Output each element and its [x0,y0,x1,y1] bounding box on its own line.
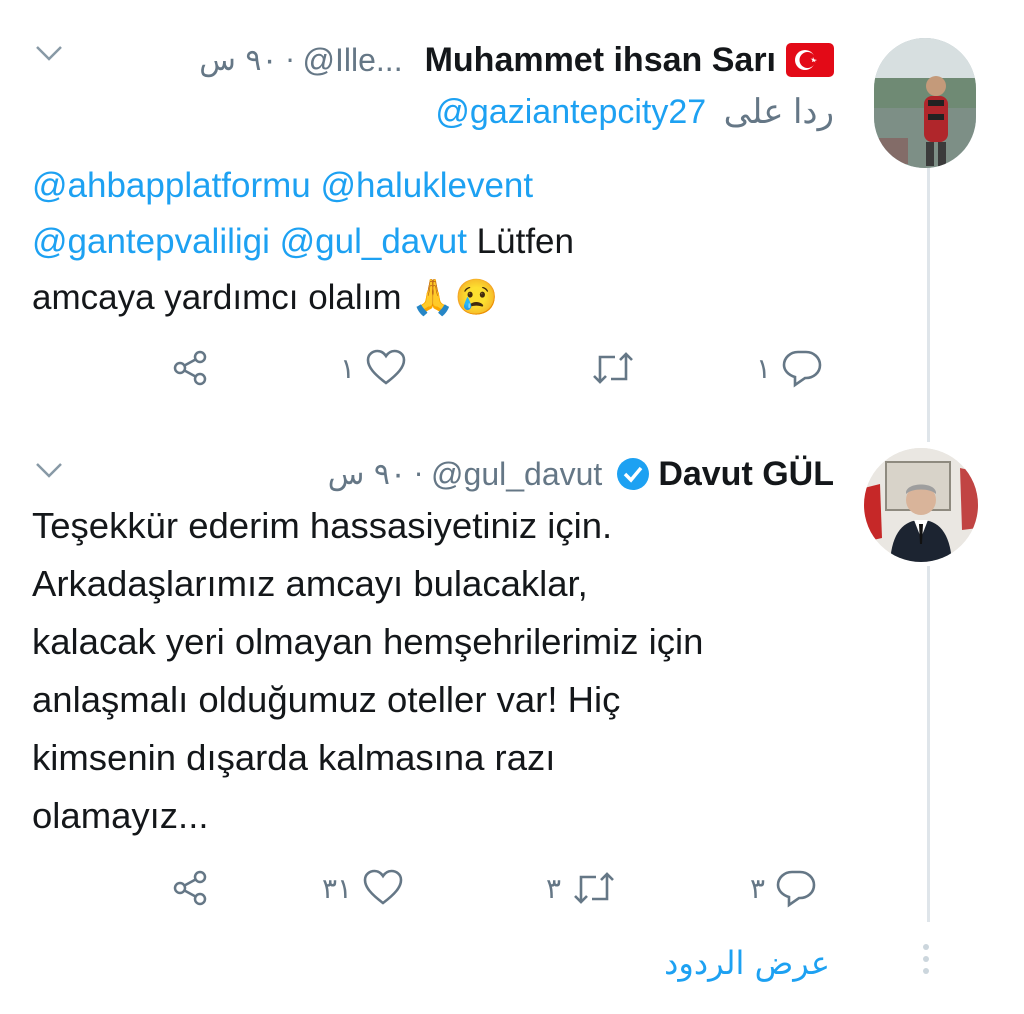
like-count: ١ [340,351,356,385]
tweet-time: ٩٠ س [327,456,407,492]
author-name[interactable]: Davut GÜL [658,455,834,494]
chevron-down-icon[interactable] [34,459,64,481]
avatar[interactable] [864,448,978,562]
reply-to-mention[interactable]: @gaziantepcity27 [435,93,706,131]
chevron-down-icon[interactable] [34,42,64,64]
reply-count: ٣ [750,871,766,905]
thread-line [927,566,930,922]
flag-icon [786,43,834,77]
emoji: 🙏😢 [411,278,499,317]
reply-context: @gaziantepcity27 ردا على [435,92,834,132]
reply-button[interactable]: ٣ [750,868,817,908]
mention[interactable]: @haluklevent [321,166,534,205]
show-replies-link[interactable]: عرض الردود [664,944,830,982]
reply-button[interactable]: ١ [756,348,823,388]
reply-icon [776,870,816,908]
retweet-button[interactable]: ٣ [546,868,617,908]
like-button[interactable]: ١ [340,348,407,388]
share-button[interactable] [170,348,210,388]
tweet-header: ٩٠ س · @gul_davut Davut GÜL [328,446,834,502]
tweet-header: ٩٠ س · @Ille... Muhammet ihsan Sarı [199,32,834,88]
verified-icon [617,458,650,490]
share-icon [173,350,207,386]
retweet-count: ٣ [546,871,562,905]
thread-line [927,168,930,442]
tweet-text: Teşekkür ederim hassasiyetiniz için. Ark… [32,505,704,836]
like-button[interactable]: ٣١ [322,868,404,908]
retweet-icon [593,352,633,384]
separator: · [285,43,295,77]
author-handle[interactable]: @Ille... [303,42,403,79]
reply-label: ردا على [723,93,834,131]
author-name[interactable]: Muhammet ihsan Sarı [425,41,776,80]
mention[interactable]: @ahbapplatformu [32,166,311,205]
avatar[interactable] [874,38,976,168]
like-count: ٣١ [322,871,353,905]
author-handle[interactable]: @gul_davut [431,456,602,493]
reply-icon [782,350,822,388]
share-button[interactable] [170,868,210,908]
like-icon [363,869,403,905]
retweet-button[interactable] [580,348,636,388]
retweet-icon [574,872,614,904]
reply-count: ١ [756,351,772,385]
more-replies-dots [922,944,930,980]
share-icon [173,870,207,906]
like-icon [366,349,406,385]
tweet-time: ٩٠ س [199,42,278,78]
mention[interactable]: @gul_davut [280,222,467,261]
mention[interactable]: @gantepvaliligi [32,222,270,261]
separator: · [414,457,424,491]
tweet-text: @ahbapplatformu @haluklevent @gantepvali… [32,166,574,317]
